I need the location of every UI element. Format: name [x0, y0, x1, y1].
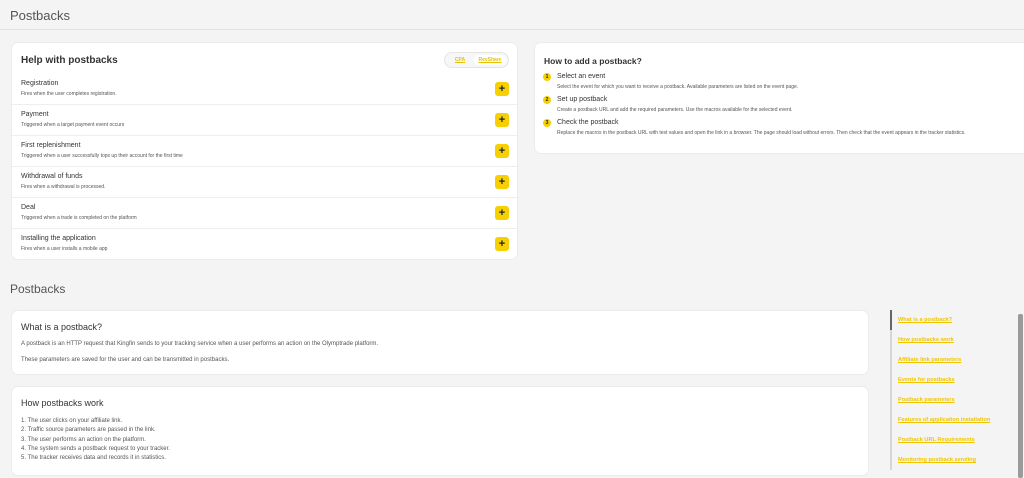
step-number-badge: 1: [543, 73, 551, 81]
event-name: Withdrawal of funds: [21, 173, 83, 180]
event-description: Triggered when a target payment event oc…: [21, 122, 125, 128]
toc-link-postback-parameters[interactable]: Postback parameters: [898, 397, 955, 403]
add-postback-button[interactable]: +: [495, 113, 509, 127]
event-description: Triggered when a trade is completed on t…: [21, 215, 137, 221]
step-description: Create a postback URL and add the requir…: [557, 107, 793, 113]
list-item: 5. The tracker receives data and records…: [21, 455, 166, 462]
add-postback-button[interactable]: +: [495, 82, 509, 96]
event-name: Installing the application: [21, 235, 96, 242]
add-postback-button[interactable]: +: [495, 206, 509, 220]
toc-link-affiliate-link-parameters[interactable]: Affiliate link parameters: [898, 357, 961, 363]
list-item: 4. The system sends a postback request t…: [21, 445, 170, 452]
what-is-postback-text: A postback is an HTTP request that Kingf…: [21, 341, 379, 347]
event-row-deal[interactable]: Deal Triggered when a trade is completed…: [12, 198, 519, 229]
list-item: 2. Traffic source parameters are passed …: [21, 427, 156, 434]
toc-active-indicator: [890, 310, 892, 330]
add-postback-button[interactable]: +: [495, 175, 509, 189]
toc-link-monitoring-postback-sending[interactable]: Monitoring postback sending: [898, 457, 976, 463]
top-bar: Postbacks: [0, 0, 1024, 30]
event-row-withdrawal[interactable]: Withdrawal of funds Fires when a withdra…: [12, 167, 519, 198]
docs-section-title: Postbacks: [10, 282, 66, 296]
page-title: Postbacks: [10, 8, 70, 23]
page-scrollbar[interactable]: [1018, 314, 1023, 478]
how-to-add-title: How to add a postback?: [544, 56, 642, 66]
event-row-first-replenishment[interactable]: First replenishment Triggered when a use…: [12, 136, 519, 167]
add-postback-button[interactable]: +: [495, 237, 509, 251]
toc-link-what-is-postback[interactable]: What is a postback?: [898, 317, 952, 323]
event-name: First replenishment: [21, 142, 81, 149]
event-description: Fires when a user installs a mobile app: [21, 246, 108, 252]
toggle-cpa[interactable]: CPA: [448, 55, 472, 65]
step-title: Check the postback: [557, 119, 619, 126]
table-of-contents: What is a postback? How postbacks work A…: [890, 310, 1014, 470]
list-item: 1. The user clicks on your affiliate lin…: [21, 418, 123, 424]
what-is-postback-title: What is a postback?: [21, 322, 103, 332]
toggle-revshare[interactable]: RevShare: [474, 55, 506, 65]
event-row-installing-application[interactable]: Installing the application Fires when a …: [12, 229, 519, 260]
event-name: Deal: [21, 204, 36, 211]
event-description: Fires when a withdrawal is processed.: [21, 184, 106, 190]
step-description: Replace the macros in the postback URL w…: [557, 130, 966, 136]
how-postbacks-work-title: How postbacks work: [21, 398, 104, 408]
how-to-add-card: How to add a postback? 1 Select an event…: [534, 42, 1024, 154]
add-postback-button[interactable]: +: [495, 144, 509, 158]
event-description: Triggered when a user successfully tops …: [21, 153, 183, 159]
what-is-postback-card: What is a postback? A postback is an HTT…: [11, 310, 869, 375]
payout-model-toggle: CPA RevShare: [444, 52, 509, 68]
what-is-postback-text-2: These parameters are saved for the user …: [21, 357, 230, 363]
toc-link-how-postbacks-work[interactable]: How postbacks work: [898, 337, 954, 343]
help-postbacks-card: Help with postbacks CPA RevShare Registr…: [11, 42, 519, 260]
step-description: Select the event for which you want to r…: [557, 84, 799, 90]
event-description: Fires when the user completes registrati…: [21, 91, 117, 97]
how-postbacks-work-list: 1. The user clicks on your affiliate lin…: [21, 417, 170, 463]
event-name: Registration: [21, 80, 59, 87]
list-item: 3. The user performs an action on the pl…: [21, 436, 146, 443]
event-row-payment[interactable]: Payment Triggered when a target payment …: [12, 105, 519, 136]
event-name: Payment: [21, 111, 49, 118]
step-title: Select an event: [557, 73, 606, 80]
step-number-badge: 3: [543, 119, 551, 127]
step-number-badge: 2: [543, 96, 551, 104]
toc-link-postback-url-requirements[interactable]: Postback URL Requirements: [898, 437, 975, 443]
step-title: Set up postback: [557, 96, 608, 103]
help-postbacks-title: Help with postbacks: [21, 55, 118, 66]
toc-link-application-installation[interactable]: Features of application installation: [898, 417, 990, 423]
how-postbacks-work-card: How postbacks work 1. The user clicks on…: [11, 386, 869, 476]
toc-link-events-for-postbacks[interactable]: Events for postbacks: [898, 377, 955, 383]
event-row-registration[interactable]: Registration Fires when the user complet…: [12, 74, 519, 105]
